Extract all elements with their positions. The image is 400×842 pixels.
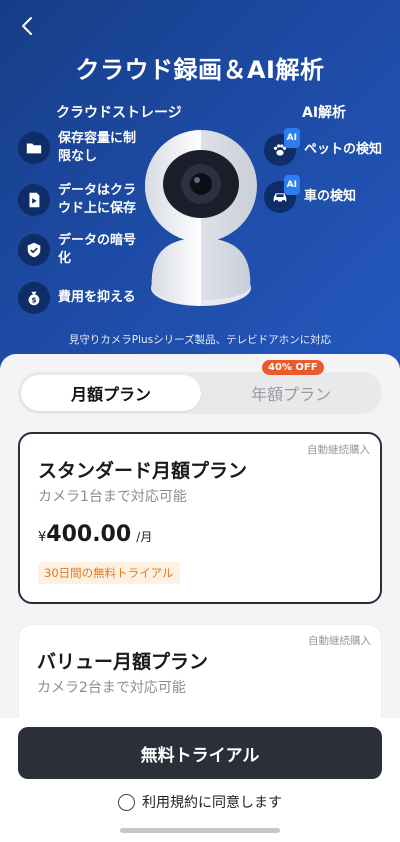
- paw-icon: AI: [264, 128, 300, 166]
- plan-description: カメラ1台まで対応可能: [38, 489, 187, 505]
- feature-label: 費用を抑える: [58, 290, 136, 305]
- feature-label: 限なし: [58, 149, 98, 164]
- ai-badge: AI: [283, 128, 300, 148]
- plan-period-tabs: 月額プラン 年額プラン: [18, 372, 382, 414]
- page-title: クラウド録画＆AI解析: [75, 56, 325, 84]
- feature-label: 化: [58, 251, 72, 266]
- cloud-storage-heading: クラウドストレージ: [56, 105, 182, 121]
- folder-icon: [18, 132, 50, 164]
- compatibility-note: 見守りカメラPlusシリーズ製品、テレビドアホンに対応: [68, 334, 332, 346]
- plan-name: バリュー月額プラン: [37, 651, 209, 673]
- hero-banner: クラウド録画＆AI解析 クラウドストレージ AI解析 保存容量に制 限なし デー…: [0, 0, 400, 372]
- price-unit: /月: [136, 530, 153, 544]
- plan-price: ¥400.00 /月: [38, 522, 152, 547]
- tab-yearly[interactable]: 年額プラン: [202, 375, 380, 411]
- plan-name: スタンダード月額プラン: [38, 460, 248, 482]
- back-button[interactable]: [16, 14, 40, 38]
- feature-pet-detection: AI ペットの検知: [264, 128, 383, 166]
- feature-encryption: データの暗号 化: [18, 232, 136, 268]
- price-amount: 400.00: [46, 522, 132, 547]
- terms-agreement[interactable]: 利用規約に同意します: [0, 792, 400, 812]
- feature-label: 保存容量に制: [58, 131, 137, 146]
- auto-renew-label: 自動継続購入: [308, 635, 371, 647]
- ai-analysis-heading: AI解析: [302, 105, 347, 121]
- feature-label: データはクラ: [58, 183, 137, 198]
- feature-low-cost: $ 費用を抑える: [18, 282, 136, 314]
- ai-badge: AI: [283, 175, 300, 195]
- feature-label: ウド上に保存: [58, 201, 137, 216]
- feature-label: 車の検知: [304, 189, 357, 204]
- free-trial-button[interactable]: 無料トライアル: [18, 727, 382, 779]
- tab-monthly[interactable]: 月額プラン: [21, 375, 201, 411]
- discount-badge: 40% OFF: [262, 360, 324, 375]
- sd-card-icon: [18, 184, 50, 216]
- car-icon: AI: [264, 175, 300, 213]
- agreement-radio[interactable]: [118, 793, 135, 811]
- camera-illustration: [145, 130, 257, 306]
- auto-renew-label: 自動継続購入: [307, 444, 370, 456]
- plan-description: カメラ2台まで対応可能: [37, 680, 186, 696]
- home-indicator: [120, 828, 280, 833]
- feature-label: データの暗号: [58, 233, 137, 248]
- trial-badge: 30日間の無料トライアル: [38, 562, 180, 584]
- feature-cloud-save: データはクラ ウド上に保存: [18, 182, 136, 218]
- svg-text:$: $: [31, 296, 36, 305]
- feature-unlimited-storage: 保存容量に制 限なし: [18, 130, 136, 166]
- chevron-left-icon[interactable]: [16, 14, 40, 38]
- shield-check-icon: [18, 234, 50, 266]
- agreement-label[interactable]: 利用規約に同意します: [142, 792, 282, 812]
- money-bag-icon: $: [18, 282, 50, 314]
- feature-label: ペットの検知: [304, 142, 383, 157]
- feature-car-detection: AI 車の検知: [264, 175, 357, 213]
- plan-card-standard[interactable]: 自動継続購入 スタンダード月額プラン カメラ1台まで対応可能 ¥400.00 /…: [18, 432, 382, 604]
